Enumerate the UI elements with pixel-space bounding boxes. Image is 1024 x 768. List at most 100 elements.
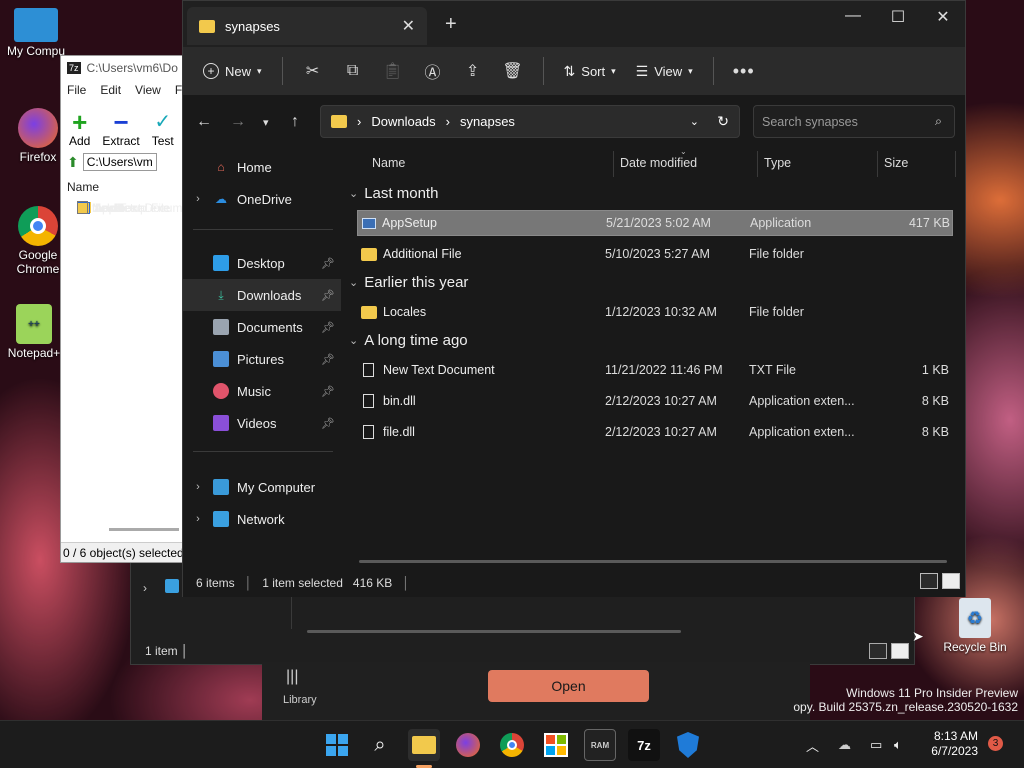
table-row[interactable]: AppSetup 5/21/2023 5:02 AM Application 4… [357,210,953,236]
address-dropdown-icon[interactable]: ⌄ [690,115,699,128]
rename-icon[interactable]: Ⓐ [413,55,453,87]
share-icon[interactable]: ⇪ [453,55,493,87]
address-bar[interactable]: › Downloads › synapses ⌄ ↻ [320,105,740,138]
network-status-icon[interactable]: ▭ [870,721,882,768]
chrome-taskbar-icon[interactable] [496,729,528,761]
zip-column-name[interactable]: Name [67,176,184,198]
column-header-name[interactable]: Name [372,149,405,177]
more-options-icon[interactable]: ••• [724,55,764,87]
refresh-icon[interactable]: ↻ [717,113,729,130]
column-header-type[interactable]: Type [764,149,791,177]
notification-badge[interactable]: 3 [988,736,1003,751]
open-button[interactable]: Open [488,670,649,702]
table-row[interactable]: Additional File 5/10/2023 5:27 AM File f… [357,241,953,267]
desktop-icon-recycle-bin[interactable]: ♻ Recycle Bin [942,598,1008,654]
cut-icon[interactable]: ✂ [293,55,333,87]
sidebar-item-onedrive[interactable]: › ☁ OneDrive [183,183,341,215]
defender-taskbar-icon[interactable] [672,729,704,761]
7zip-taskbar-icon[interactable]: 7z [628,729,660,761]
search-icon[interactable]: ⌕ [364,729,396,761]
file-explorer-taskbar-icon[interactable] [408,729,440,761]
minimize-icon[interactable]: — [833,7,873,27]
back-icon[interactable]: ← [196,113,212,131]
maximize-icon[interactable]: ☐ [878,7,918,27]
desktop-icon-my-computer[interactable]: My Compu [4,8,68,58]
firefox-taskbar-icon[interactable] [452,729,484,761]
close-window-icon[interactable]: ✕ [923,7,963,27]
menu-file[interactable]: File [67,83,86,97]
expand-icon[interactable]: › [183,513,213,525]
tab-synapses[interactable]: synapses ✕ [187,7,427,45]
test-button[interactable]: ✓ Test [152,110,174,148]
menu-edit[interactable]: Edit [100,83,121,97]
details-view-icon[interactable] [869,643,887,659]
library-icon[interactable]: ||| [286,668,306,688]
expand-icon[interactable]: › [183,481,213,493]
group-header[interactable]: ⌄ Earlier this year [349,274,468,291]
column-divider[interactable] [757,151,758,177]
volume-icon[interactable]: 🔈︎ [894,721,902,768]
list-item[interactable]: New Text Docume [77,198,184,217]
extract-button[interactable]: − Extract [102,109,139,148]
add-button[interactable]: + Add [69,109,90,148]
search-input[interactable]: Search synapses ⌕ [753,105,955,138]
column-header-size[interactable]: Size [884,149,908,177]
start-icon[interactable] [321,729,353,761]
group-header[interactable]: ⌄ Last month [349,185,438,202]
table-row[interactable]: Locales 1/12/2023 10:32 AM File folder [357,299,953,325]
sort-icon: ⇅ [563,62,576,79]
store-taskbar-icon[interactable] [540,729,572,761]
expand-icon[interactable]: › [183,193,213,205]
system-monitor-taskbar-icon[interactable]: RAM [584,729,616,761]
zip-horizontal-scrollbar[interactable] [109,528,179,531]
sidebar-item-music[interactable]: Music 📌︎ [183,375,341,407]
paste-icon[interactable]: 📋︎ [373,55,413,87]
column-divider[interactable] [613,151,614,177]
sidebar-item-network[interactable]: › Network [183,503,341,535]
onedrive-offline-icon[interactable]: ☁ [838,721,851,768]
sidebar-item-downloads[interactable]: ⤓ Downloads 📌︎ [183,279,341,311]
file-list-pane: ⌄ Name Date modified Type Size ⌄ Last mo… [341,147,965,569]
show-hidden-icons-icon[interactable]: ︿ [806,721,819,768]
cell-type: Application exten... [749,425,855,439]
zip-address-input[interactable]: C:\Users\vm [82,153,157,171]
forward-icon[interactable]: → [230,113,246,131]
column-header-date[interactable]: Date modified [620,149,697,177]
sidebar-item-home[interactable]: ⌂ Home [183,151,341,183]
divider [542,57,544,85]
sort-button[interactable]: ⇅ Sort ▾ [554,55,626,87]
copy-icon[interactable]: ⧉ [333,55,373,87]
group-header[interactable]: ⌄ A long time ago [349,332,468,349]
column-divider[interactable] [877,151,878,177]
sidebar-item-desktop[interactable]: Desktop 📌︎ [183,247,341,279]
close-tab-icon[interactable]: ✕ [402,16,415,36]
sidebar-item-documents[interactable]: Documents 📌︎ [183,311,341,343]
new-tab-icon[interactable]: + [445,13,457,36]
table-row[interactable]: New Text Document 11/21/2022 11:46 PM TX… [357,357,953,383]
desktop-icon-notepadpp[interactable]: ++ Notepad+ [2,304,66,360]
horizontal-scrollbar[interactable] [359,560,947,563]
menu-view[interactable]: View [135,83,161,97]
tiles-view-icon[interactable] [942,573,960,589]
delete-icon[interactable]: 🗑︎ [493,55,533,87]
recent-locations-icon[interactable]: ▾ [263,116,269,129]
sidebar-item-pictures[interactable]: Pictures 📌︎ [183,343,341,375]
chevron-right-icon[interactable]: › [143,581,147,595]
details-view-icon[interactable] [920,573,938,589]
sidebar-item-my-computer[interactable]: › My Computer [183,471,341,503]
table-row[interactable]: bin.dll 2/12/2023 10:27 AM Application e… [357,388,953,414]
new-button[interactable]: + New ▾ [201,55,272,87]
sidebar-item-videos[interactable]: Videos 📌︎ [183,407,341,439]
table-row[interactable]: file.dll 2/12/2023 10:27 AM Application … [357,419,953,445]
clock[interactable]: 8:13 AM 6/7/2023 [920,729,978,759]
zip-titlebar[interactable]: 7z C:\Users\vm6\Do [61,56,184,80]
column-divider[interactable] [955,151,956,177]
tiles-view-icon[interactable] [891,643,909,659]
breadcrumb-downloads[interactable]: Downloads [371,114,435,129]
up-folder-icon[interactable]: ⬆ [67,154,79,171]
up-icon[interactable]: ↑ [291,113,299,131]
view-button[interactable]: ☰ View ▾ [626,55,703,87]
breadcrumb-synapses[interactable]: synapses [460,114,515,129]
horizontal-scrollbar[interactable] [307,630,681,633]
folder-icon [199,19,215,33]
